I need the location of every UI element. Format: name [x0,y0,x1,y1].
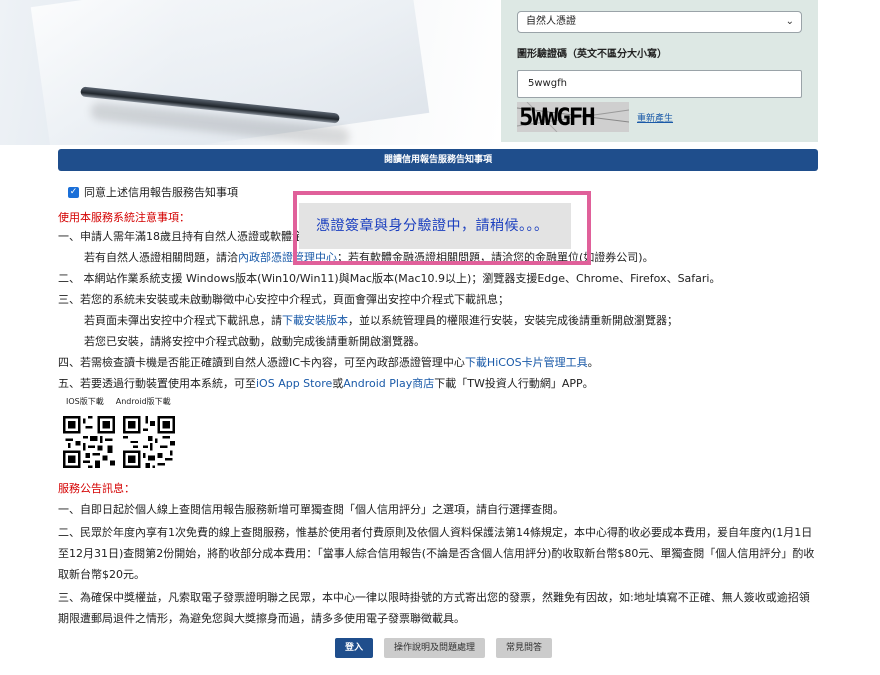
list-item: 三、為確保中獎權益，凡索取電子發票證明聯之民眾，本中心一律以限時掛號的方式寄出您… [58,591,810,625]
service-notes-title: 服務公告訊息： [58,482,135,495]
note-text: 若有自然人憑證相關問題，請洽 [84,251,238,264]
loading-message: 憑證簽章與身分驗證中，請稍候。。。 [299,203,571,249]
note-text: 下載「TW投資人行動網」APP。 [434,377,594,390]
download-installer-link[interactable]: 下載安裝版本 [282,314,348,327]
android-qr-code-icon[interactable] [123,416,175,468]
list-item: 四、若需檢查讀卡機是否能正確讀到自然人憑證IC卡內容，可至內政部憑證管理中心下載… [58,352,828,373]
help-button[interactable]: 操作說明及問題處理 [384,638,486,658]
service-notes-list: 一、自即日起於個人線上查閱信用報告服務新增可單獨查閱「個人信用評分」之選項，請自… [58,499,818,629]
chevron-down-icon: ⌄ [785,16,794,27]
certificate-type-value: 自然人憑證 [526,16,576,27]
ios-download-label: IOS版下載 [66,397,104,406]
agree-checkbox[interactable]: ✓ [68,186,79,198]
list-item: 三、若您的系統未安裝或未啟動聯徵中心安控中介程式，頁面會彈出安控中介程式下載訊息… [58,293,509,306]
agree-label: 同意上述信用報告服務告知事項 [84,186,238,199]
ios-qr-code-icon[interactable] [63,416,115,468]
ios-app-store-link[interactable]: iOS App Store [256,377,332,390]
list-item: 若頁面未彈出安控中介程式下載訊息，請下載安裝版本，並以系統管理員的權限進行安裝，… [58,310,828,331]
notice-bar[interactable]: 閱讀信用報告服務告知事項 [58,149,818,171]
qr-labels: IOS版下載 Android版下載 [66,396,828,410]
note-text: 。 [587,356,599,369]
captcha-row: 5WWGFH 重新產生 [517,102,802,132]
android-play-link[interactable]: Android Play商店 [343,377,434,390]
note-text: 五、若要透過行動裝置使用本系統，可至 [58,377,256,390]
note-text: 若頁面未彈出安控中介程式下載訊息，請 [84,314,282,327]
captcha-image: 5WWGFH [517,102,629,132]
hicos-download-link[interactable]: 下載HiCOS卡片管理工具 [465,356,588,369]
login-panel: 自然人憑證 ⌄ 圖形驗證碼（英文不區分大小寫） 5wwgfh 5WWGFH 重新… [501,0,818,142]
list-item: 若您已安裝，請將安控中介程式啟動，啟動完成後請重新開啟瀏覽器。 [84,335,425,348]
regenerate-captcha-link[interactable]: 重新產生 [637,111,673,124]
faq-button[interactable]: 常見問答 [496,638,553,658]
list-item: 二、 本網站作業系統支援 Windows版本(Win10/Win11)與Mac版… [58,272,721,285]
android-download-label: Android版下載 [115,397,171,406]
note-text: ，並以系統管理員的權限進行安裝，安裝完成後請重新開啟瀏覽器； [348,314,678,327]
note-text: 或 [332,377,344,390]
captcha-image-text: 5WWGFH [519,103,596,131]
list-item: 二、民眾於年度內享有1次免費的線上查閱服務，惟基於使用者付費原則及依個人資料保護… [58,526,815,581]
list-item: 一、自即日起於個人線上查閱信用報告服務新增可單獨查閱「個人信用評分」之選項，請自… [58,503,564,516]
certificate-type-select[interactable]: 自然人憑證 ⌄ [517,11,802,33]
login-button[interactable]: 登入 [335,638,374,658]
qr-row [63,416,828,468]
captcha-label: 圖形驗證碼（英文不區分大小寫） [517,49,667,60]
hero-image [0,0,500,145]
list-item: 五、若要透過行動裝置使用本系統，可至iOS App Store或Android … [58,373,828,394]
note-text: 四、若需檢查讀卡機是否能正確讀到自然人憑證IC卡內容，可至內政部憑證管理中心 [58,356,465,369]
captcha-input[interactable]: 5wwgfh [517,70,802,98]
action-buttons: 登入 操作說明及問題處理 常見問答 [335,638,563,658]
